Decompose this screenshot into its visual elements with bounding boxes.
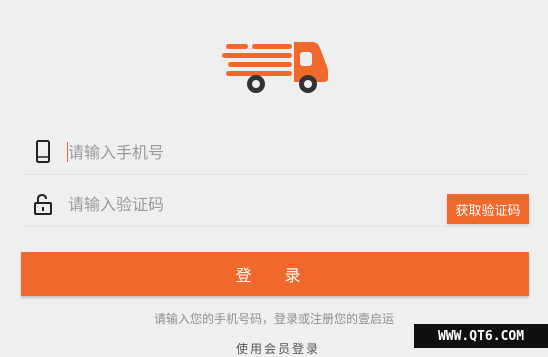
unlock-icon bbox=[34, 193, 52, 215]
login-button[interactable]: 登 录 bbox=[21, 252, 529, 296]
delivery-truck-icon bbox=[222, 42, 328, 93]
verification-code-input[interactable] bbox=[68, 190, 438, 218]
verification-code-row: 获取验证码 bbox=[22, 182, 529, 227]
get-code-button[interactable]: 获取验证码 bbox=[447, 194, 529, 224]
text-cursor bbox=[67, 142, 68, 162]
phone-input[interactable] bbox=[68, 138, 438, 166]
member-login-link[interactable]: 使用会员登录 bbox=[236, 340, 320, 357]
site-watermark: WWW.QT6.COM bbox=[414, 324, 548, 348]
mobile-phone-icon bbox=[36, 140, 50, 163]
phone-row bbox=[22, 130, 528, 175]
